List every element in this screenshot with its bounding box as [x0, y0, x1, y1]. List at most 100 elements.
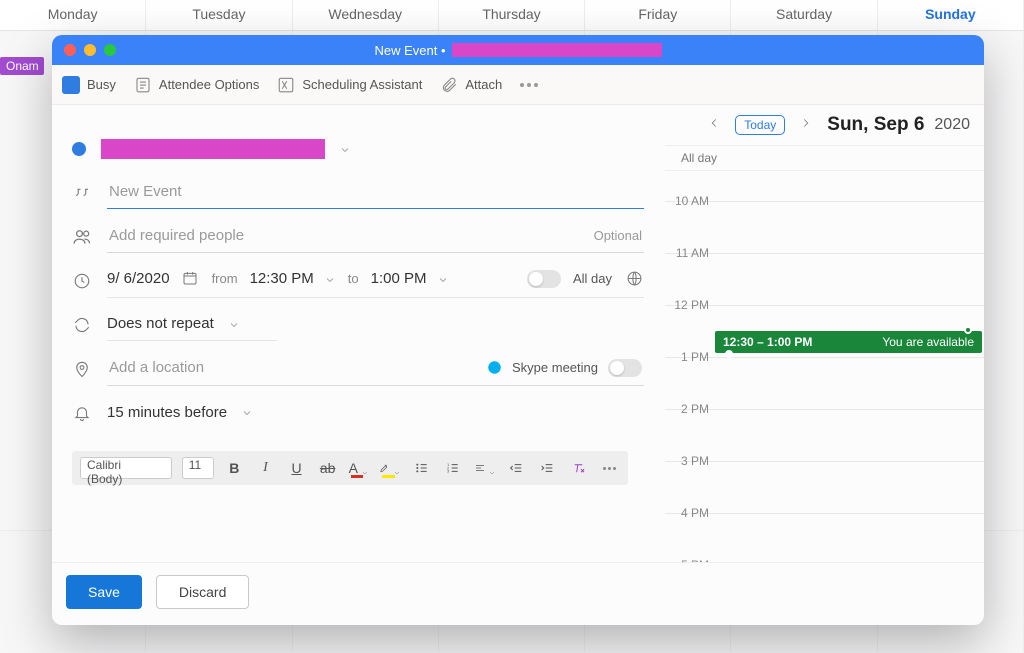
font-size-select[interactable]: 11: [182, 457, 214, 479]
italic-button[interactable]: I: [255, 457, 276, 479]
weekday-thursday: Thursday: [439, 0, 585, 30]
hour-label: 5 PM: [665, 558, 715, 562]
calendar-selector-row: [72, 129, 644, 169]
bell-icon: [72, 403, 92, 423]
end-time-field[interactable]: 1:00 PM: [371, 270, 449, 287]
attendee-options-button[interactable]: Attendee Options: [134, 76, 259, 94]
weekday-sunday: Sunday: [878, 0, 1024, 30]
date-picker-icon[interactable]: [182, 270, 200, 288]
rte-more-button[interactable]: [599, 457, 620, 479]
hour-label: 2 PM: [665, 402, 715, 416]
weekday-wednesday: Wednesday: [293, 0, 439, 30]
window-title-prefix: New Event •: [374, 43, 445, 58]
reminder-caret-icon[interactable]: [241, 406, 253, 418]
timezone-icon[interactable]: [624, 269, 644, 289]
status-busy-dropdown[interactable]: Busy: [62, 76, 116, 94]
svg-text:S: S: [491, 363, 496, 372]
toolbar-more-button[interactable]: [520, 83, 538, 87]
event-title-input[interactable]: [109, 183, 642, 200]
clock-icon: [72, 271, 92, 291]
event-resize-top-handle[interactable]: [964, 326, 972, 334]
window-minimize-button[interactable]: [84, 44, 96, 56]
calendar-name-redacted: [101, 139, 325, 159]
preview-event-block[interactable]: 12:30 – 1:00 PM You are available: [715, 331, 982, 353]
location-icon: [72, 359, 92, 379]
weekday-friday: Friday: [585, 0, 731, 30]
hour-label: 4 PM: [665, 506, 715, 520]
bold-button[interactable]: B: [224, 457, 245, 479]
people-icon: [72, 227, 92, 247]
weekday-tuesday: Tuesday: [146, 0, 292, 30]
preview-event-time: 12:30 – 1:00 PM: [723, 335, 812, 349]
optional-people-link[interactable]: Optional: [594, 228, 642, 243]
font-family-select[interactable]: Calibri (Body): [80, 457, 172, 479]
numbered-list-button[interactable]: 123: [442, 457, 463, 479]
underline-button[interactable]: U: [286, 457, 307, 479]
outdent-button[interactable]: [506, 457, 527, 479]
hour-label: 3 PM: [665, 454, 715, 468]
hour-label: 10 AM: [665, 194, 715, 208]
svg-text:3: 3: [447, 469, 450, 474]
bullet-list-button[interactable]: [411, 457, 432, 479]
editor-toolbar: Busy Attendee Options Scheduling Assista…: [52, 65, 984, 105]
rich-text-toolbar: Calibri (Body) 11 B I U ab A 123: [72, 451, 628, 485]
day-timeline[interactable]: 10 AM 11 AM 12 PM 1 PM 2 PM 3 PM 4 PM 5 …: [665, 171, 984, 562]
hour-label: 12 PM: [665, 298, 715, 312]
skype-meeting-label: Skype meeting: [512, 360, 598, 375]
window-titlebar[interactable]: New Event •: [52, 35, 984, 65]
start-time-field[interactable]: 12:30 PM: [250, 270, 336, 287]
scheduling-assistant-button[interactable]: Scheduling Assistant: [277, 76, 422, 94]
event-form: Optional 9/ 6/2020 from 12:30 PM: [52, 105, 664, 562]
window-close-button[interactable]: [64, 44, 76, 56]
preview-year-label: 2020: [934, 116, 970, 134]
hour-label: 1 PM: [665, 350, 715, 364]
busy-color-swatch: [62, 76, 80, 94]
busy-label: Busy: [87, 77, 116, 92]
event-resize-bottom-handle[interactable]: [725, 350, 733, 358]
preview-availability: You are available: [882, 335, 974, 349]
discard-button[interactable]: Discard: [156, 575, 249, 609]
reminder-value[interactable]: 15 minutes before: [107, 404, 227, 421]
attendee-options-icon: [134, 76, 152, 94]
calendar-select-caret-icon[interactable]: [339, 143, 351, 155]
repeat-icon: [72, 315, 92, 335]
from-label: from: [212, 271, 238, 286]
all-day-toggle[interactable]: [527, 270, 561, 288]
align-button[interactable]: [474, 457, 496, 479]
calendar-color-dot: [72, 142, 86, 156]
allday-row-label: All day: [673, 151, 723, 165]
preview-date-label: Sun, Sep 6: [827, 114, 924, 136]
quote-icon: [72, 183, 92, 203]
paperclip-icon: [440, 76, 458, 94]
location-input[interactable]: [109, 359, 476, 376]
all-day-label: All day: [573, 271, 612, 286]
prev-day-button[interactable]: [703, 112, 725, 139]
weekday-monday: Monday: [0, 0, 146, 30]
weekday-saturday: Saturday: [731, 0, 877, 30]
required-people-input[interactable]: [109, 227, 584, 244]
event-date-field[interactable]: 9/ 6/2020: [107, 270, 170, 287]
skype-icon: S: [486, 360, 502, 376]
scheduling-assistant-icon: [277, 76, 295, 94]
today-button[interactable]: Today: [735, 115, 785, 135]
event-body-editor[interactable]: [72, 485, 644, 550]
clear-formatting-button[interactable]: [568, 457, 589, 479]
repeat-caret-icon[interactable]: [228, 318, 240, 330]
strikethrough-button[interactable]: ab: [317, 457, 338, 479]
repeat-value[interactable]: Does not repeat: [107, 315, 214, 332]
hour-label: 11 AM: [665, 246, 715, 260]
attendee-options-label: Attendee Options: [159, 77, 259, 92]
bg-event-onam[interactable]: Onam: [0, 57, 44, 75]
highlight-button[interactable]: [379, 457, 401, 479]
window-zoom-button[interactable]: [104, 44, 116, 56]
next-day-button[interactable]: [795, 112, 817, 139]
font-color-button[interactable]: A: [348, 457, 369, 479]
save-button[interactable]: Save: [66, 575, 142, 609]
scheduling-assistant-label: Scheduling Assistant: [302, 77, 422, 92]
skype-meeting-toggle[interactable]: [608, 359, 642, 377]
indent-button[interactable]: [537, 457, 558, 479]
attach-label: Attach: [465, 77, 502, 92]
window-title-account-redacted: [452, 43, 662, 57]
new-event-window: New Event • Busy Attendee Options Schedu…: [52, 35, 984, 625]
attach-button[interactable]: Attach: [440, 76, 502, 94]
